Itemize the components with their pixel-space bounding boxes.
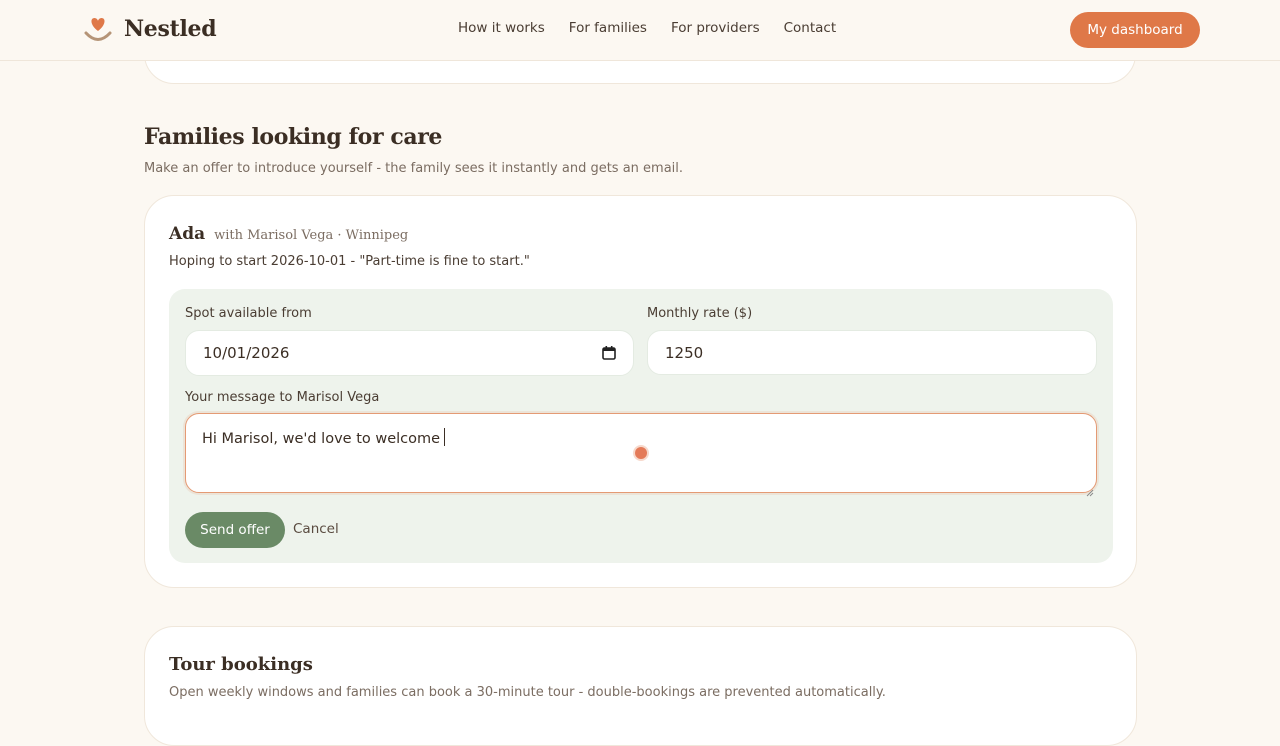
request-note: Hoping to start 2026-10-01 - "Part-time … bbox=[169, 254, 530, 269]
families-section-subtitle: Make an offer to introduce yourself - th… bbox=[144, 161, 684, 176]
families-section-title: Families looking for care bbox=[144, 124, 443, 150]
calendar-icon[interactable] bbox=[602, 346, 616, 360]
pointer-cursor-indicator bbox=[633, 445, 649, 461]
spot-date-value: 10/01/2026 bbox=[203, 344, 290, 362]
brand-name: Nestled bbox=[124, 16, 217, 42]
send-offer-button[interactable]: Send offer bbox=[185, 512, 285, 548]
monthly-rate-label: Monthly rate ($) bbox=[647, 306, 753, 321]
nav-link-for-providers[interactable]: For providers bbox=[671, 20, 760, 36]
tour-bookings-title: Tour bookings bbox=[169, 654, 313, 675]
brand[interactable]: Nestled bbox=[84, 14, 217, 44]
monthly-rate-input[interactable]: 1250 bbox=[647, 330, 1097, 375]
monthly-rate-value: 1250 bbox=[665, 343, 704, 362]
spot-date-input[interactable]: 10/01/2026 bbox=[185, 330, 634, 376]
top-navigation-bar: Nestled How it works For families For pr… bbox=[0, 0, 1280, 61]
offer-form: Spot available from 10/01/2026 Monthly r… bbox=[169, 289, 1113, 563]
spot-available-label: Spot available from bbox=[185, 306, 312, 321]
request-header: Ada with Marisol Vega · Winnipeg bbox=[169, 224, 408, 244]
text-caret bbox=[444, 428, 446, 446]
heart-smile-icon bbox=[84, 14, 112, 44]
cancel-button[interactable]: Cancel bbox=[293, 521, 339, 537]
nav-link-how-it-works[interactable]: How it works bbox=[458, 20, 545, 36]
tour-bookings-card: Tour bookings Open weekly windows and fa… bbox=[144, 626, 1137, 746]
request-meta: with Marisol Vega · Winnipeg bbox=[214, 228, 409, 243]
nav-link-for-families[interactable]: For families bbox=[569, 20, 647, 36]
my-dashboard-button[interactable]: My dashboard bbox=[1070, 12, 1200, 48]
child-name: Ada bbox=[169, 224, 206, 244]
message-text: Hi Marisol, we'd love to welcome bbox=[202, 431, 441, 447]
message-label: Your message to Marisol Vega bbox=[185, 390, 380, 405]
family-request-card: Ada with Marisol Vega · Winnipeg Hoping … bbox=[144, 195, 1137, 588]
main-nav: How it works For families For providers … bbox=[458, 20, 860, 36]
resize-handle-icon[interactable] bbox=[1086, 482, 1094, 497]
nav-link-contact[interactable]: Contact bbox=[784, 20, 837, 36]
tour-bookings-subtitle: Open weekly windows and families can boo… bbox=[169, 685, 886, 700]
